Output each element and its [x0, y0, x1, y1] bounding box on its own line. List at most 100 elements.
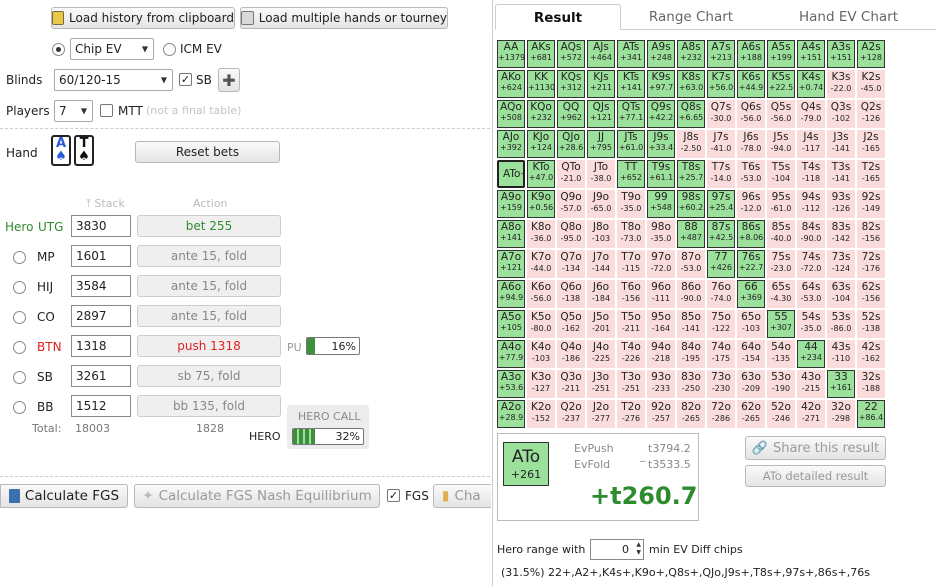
- grid-cell-T7o[interactable]: T7o -115: [617, 250, 645, 278]
- grid-cell-KJs[interactable]: KJs +211: [587, 70, 615, 98]
- hero-seat-radio[interactable]: [13, 311, 26, 324]
- hero-seat-radio[interactable]: [13, 401, 26, 414]
- grid-cell-ATo[interactable]: ATo+261: [497, 160, 525, 188]
- grid-cell-32s[interactable]: 32s -188: [857, 370, 885, 398]
- grid-cell-Q5s[interactable]: Q5s -56.0: [767, 100, 795, 128]
- grid-cell-Q4o[interactable]: Q4o -186: [557, 340, 585, 368]
- grid-cell-95s[interactable]: 95s -61.0: [767, 190, 795, 218]
- grid-cell-55[interactable]: 55 +307: [767, 310, 795, 338]
- grid-cell-84s[interactable]: 84s -90.0: [797, 220, 825, 248]
- grid-cell-87o[interactable]: 87o -53.0: [677, 250, 705, 278]
- grid-cell-AJs[interactable]: AJs +464: [587, 40, 615, 68]
- grid-cell-KTs[interactable]: KTs +141: [617, 70, 645, 98]
- grid-cell-KK[interactable]: KK +1130: [527, 70, 555, 98]
- grid-cell-J9o[interactable]: J9o -65.0: [587, 190, 615, 218]
- chip-ev-radio[interactable]: [52, 43, 65, 56]
- grid-cell-62s[interactable]: 62s -156: [857, 280, 885, 308]
- grid-cell-T2s[interactable]: T2s -165: [857, 160, 885, 188]
- action-field[interactable]: ante 15, fold: [137, 305, 281, 327]
- grid-cell-TT[interactable]: TT +652: [617, 160, 645, 188]
- grid-cell-JTs[interactable]: JTs +61.0: [617, 130, 645, 158]
- detailed-result-button[interactable]: ATo detailed result: [745, 465, 886, 487]
- grid-cell-Q3s[interactable]: Q3s -102: [827, 100, 855, 128]
- grid-cell-A6o[interactable]: A6o +94.9: [497, 280, 525, 308]
- grid-cell-A9s[interactable]: A9s +248: [647, 40, 675, 68]
- grid-cell-T3s[interactable]: T3s -141: [827, 160, 855, 188]
- grid-cell-J3o[interactable]: J3o -251: [587, 370, 615, 398]
- grid-cell-93o[interactable]: 93o -233: [647, 370, 675, 398]
- grid-cell-53o[interactable]: 53o -190: [767, 370, 795, 398]
- grid-cell-A6s[interactable]: A6s +188: [737, 40, 765, 68]
- grid-cell-T3o[interactable]: T3o -251: [617, 370, 645, 398]
- grid-cell-97s[interactable]: 97s +25.4: [707, 190, 735, 218]
- grid-cell-T9s[interactable]: T9s +61.1: [647, 160, 675, 188]
- grid-cell-JJ[interactable]: JJ +795: [587, 130, 615, 158]
- stack-input[interactable]: 1318: [71, 335, 131, 357]
- grid-cell-T5s[interactable]: T5s -104: [767, 160, 795, 188]
- grid-cell-75o[interactable]: 75o -122: [707, 310, 735, 338]
- grid-cell-T4s[interactable]: T4s -118: [797, 160, 825, 188]
- grid-cell-42o[interactable]: 42o -271: [797, 400, 825, 428]
- grid-cell-K7s[interactable]: K7s +56.0: [707, 70, 735, 98]
- grid-cell-T9o[interactable]: T9o -35.0: [617, 190, 645, 218]
- grid-cell-Q7o[interactable]: Q7o -134: [557, 250, 585, 278]
- grid-cell-K5o[interactable]: K5o -80.0: [527, 310, 555, 338]
- grid-cell-Q3o[interactable]: Q3o -211: [557, 370, 585, 398]
- share-button[interactable]: 🔗 Share this result: [745, 436, 886, 460]
- load-history-button[interactable]: Load history from clipboard: [51, 7, 235, 29]
- grid-cell-K9o[interactable]: K9o +0.56: [527, 190, 555, 218]
- grid-cell-74s[interactable]: 74s -72.0: [797, 250, 825, 278]
- min-ev-input[interactable]: 0 ▲ ▼: [590, 539, 644, 560]
- action-field[interactable]: sb 75, fold: [137, 365, 281, 387]
- grid-cell-66[interactable]: 66 +369: [737, 280, 765, 308]
- grid-cell-87s[interactable]: 87s +42.5: [707, 220, 735, 248]
- tab-result[interactable]: Result: [495, 4, 621, 30]
- grid-cell-99[interactable]: 99 +548: [647, 190, 675, 218]
- hero-seat-radio[interactable]: [13, 251, 26, 264]
- grid-cell-T2o[interactable]: T2o -276: [617, 400, 645, 428]
- grid-cell-J6s[interactable]: J6s -78.0: [737, 130, 765, 158]
- grid-cell-42s[interactable]: 42s -162: [857, 340, 885, 368]
- grid-cell-AKo[interactable]: AKo +624: [497, 70, 525, 98]
- spinner-icon[interactable]: ▲ ▼: [636, 541, 641, 557]
- grid-cell-76o[interactable]: 76o -74.0: [707, 280, 735, 308]
- grid-cell-K7o[interactable]: K7o -44.0: [527, 250, 555, 278]
- grid-cell-93s[interactable]: 93s -126: [827, 190, 855, 218]
- grid-cell-83o[interactable]: 83o -250: [677, 370, 705, 398]
- grid-cell-A7s[interactable]: A7s +213: [707, 40, 735, 68]
- grid-cell-63s[interactable]: 63s -104: [827, 280, 855, 308]
- action-field[interactable]: ante 15, fold: [137, 275, 281, 297]
- grid-cell-K5s[interactable]: K5s +22.5: [767, 70, 795, 98]
- grid-cell-KQs[interactable]: KQs +312: [557, 70, 585, 98]
- grid-cell-65s[interactable]: 65s -4.30: [767, 280, 795, 308]
- grid-cell-K3o[interactable]: K3o -127: [527, 370, 555, 398]
- grid-cell-86s[interactable]: 86s +8.06: [737, 220, 765, 248]
- grid-cell-86o[interactable]: 86o -90.0: [677, 280, 705, 308]
- grid-cell-J5o[interactable]: J5o -201: [587, 310, 615, 338]
- grid-cell-92o[interactable]: 92o -257: [647, 400, 675, 428]
- grid-cell-JTo[interactable]: JTo -38.0: [587, 160, 615, 188]
- grid-cell-A7o[interactable]: A7o +121: [497, 250, 525, 278]
- grid-cell-77[interactable]: 77 +426: [707, 250, 735, 278]
- grid-cell-QTs[interactable]: QTs +77.1: [617, 100, 645, 128]
- grid-cell-J7s[interactable]: J7s -41.0: [707, 130, 735, 158]
- grid-cell-A3s[interactable]: A3s +151: [827, 40, 855, 68]
- grid-cell-K6s[interactable]: K6s +44.9: [737, 70, 765, 98]
- grid-cell-83s[interactable]: 83s -142: [827, 220, 855, 248]
- grid-cell-J2o[interactable]: J2o -277: [587, 400, 615, 428]
- mtt-checkbox[interactable]: [100, 104, 113, 117]
- grid-cell-64o[interactable]: 64o -154: [737, 340, 765, 368]
- sb-checkbox[interactable]: ✓: [179, 73, 192, 86]
- grid-cell-QJs[interactable]: QJs +121: [587, 100, 615, 128]
- grid-cell-A2o[interactable]: A2o +28.9: [497, 400, 525, 428]
- grid-cell-84o[interactable]: 84o -195: [677, 340, 705, 368]
- grid-cell-K6o[interactable]: K6o -56.0: [527, 280, 555, 308]
- grid-cell-Q2s[interactable]: Q2s -126: [857, 100, 885, 128]
- grid-cell-Q6o[interactable]: Q6o -138: [557, 280, 585, 308]
- grid-cell-T8o[interactable]: T8o -73.0: [617, 220, 645, 248]
- grid-cell-32o[interactable]: 32o -298: [827, 400, 855, 428]
- grid-cell-52s[interactable]: 52s -138: [857, 310, 885, 338]
- grid-cell-J6o[interactable]: J6o -184: [587, 280, 615, 308]
- grid-cell-64s[interactable]: 64s -53.0: [797, 280, 825, 308]
- grid-cell-J7o[interactable]: J7o -144: [587, 250, 615, 278]
